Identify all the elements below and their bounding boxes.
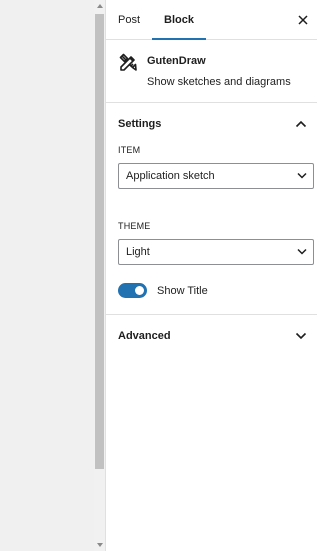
block-title: GutenDraw: [147, 55, 206, 67]
chevron-up-icon: [295, 120, 307, 128]
sidebar-tabs: Post Block: [106, 0, 317, 40]
block-card: GutenDraw Show sketches and diagrams: [106, 40, 317, 103]
theme-label: THEME: [118, 221, 151, 231]
editor-canvas[interactable]: [0, 0, 94, 551]
theme-select[interactable]: Light: [118, 239, 314, 265]
chevron-down-icon: [295, 332, 307, 340]
item-label: ITEM: [118, 145, 141, 155]
show-title-toggle[interactable]: [118, 283, 147, 298]
theme-select-value: Light: [126, 246, 150, 258]
tab-post[interactable]: Post: [106, 0, 152, 39]
scroll-thumb[interactable]: [95, 14, 104, 469]
advanced-panel: Advanced: [106, 315, 317, 357]
block-description: Show sketches and diagrams: [147, 76, 291, 88]
show-title-row: Show Title: [118, 283, 305, 298]
pencil-ruler-icon: [119, 53, 137, 71]
chevron-down-icon: [297, 248, 307, 255]
scroll-up-arrow[interactable]: [97, 4, 103, 8]
settings-panel-title: Settings: [118, 118, 162, 130]
chevron-down-icon: [297, 172, 307, 179]
toggle-knob: [135, 286, 144, 295]
scroll-down-arrow[interactable]: [97, 543, 103, 547]
item-select[interactable]: Application sketch: [118, 163, 314, 189]
close-icon: [298, 15, 308, 25]
editor-scrollbar[interactable]: [94, 0, 106, 551]
settings-sidebar: Post Block GutenDraw Show sketches and d…: [106, 0, 317, 551]
theme-field: THEME Light: [118, 221, 314, 265]
show-title-label: Show Title: [157, 284, 208, 297]
close-sidebar-button[interactable]: [295, 12, 311, 28]
advanced-panel-title: Advanced: [118, 330, 171, 342]
item-field: ITEM Application sketch: [118, 145, 314, 189]
settings-panel-toggle[interactable]: Settings: [106, 103, 317, 145]
item-select-value: Application sketch: [126, 170, 215, 182]
tab-block[interactable]: Block: [152, 0, 206, 40]
advanced-panel-toggle[interactable]: Advanced: [106, 315, 317, 357]
settings-panel: Settings ITEM Application sketch THEME L…: [106, 103, 317, 315]
